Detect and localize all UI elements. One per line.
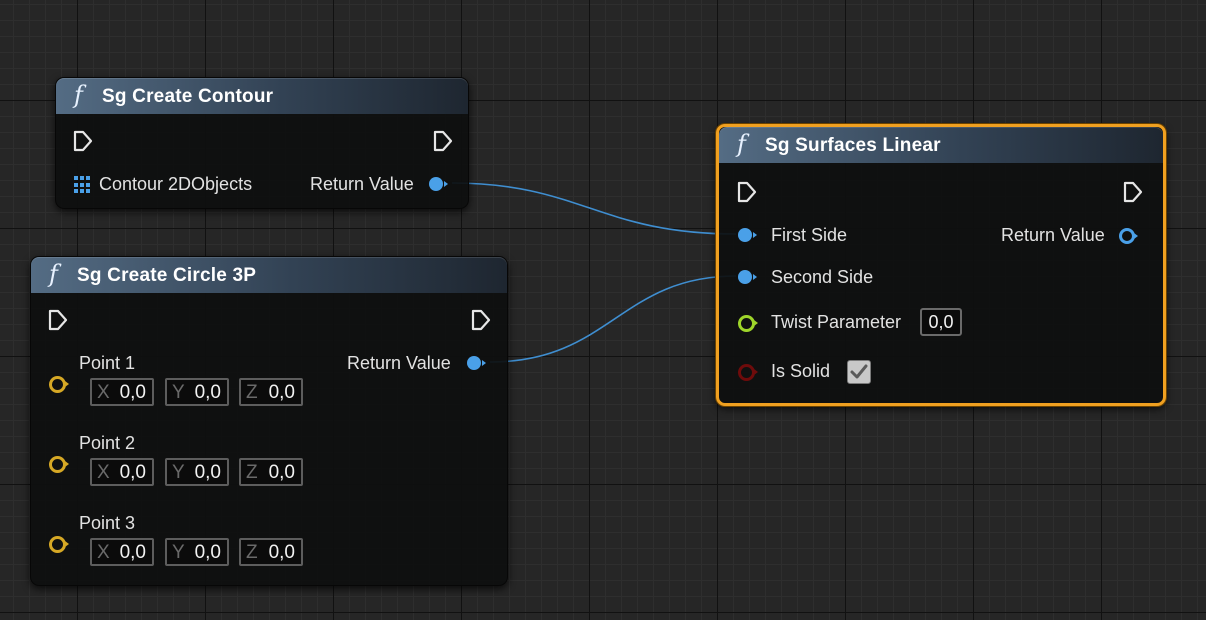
point-3-y-field[interactable]: Y 0,0	[165, 538, 229, 566]
wire-circle-to-second-side[interactable]	[489, 275, 737, 363]
return-value-pin[interactable]	[467, 356, 486, 370]
point-1-pin[interactable]	[49, 376, 69, 393]
node-surfaces-linear[interactable]: f Sg Surfaces Linear First Side Return V…	[716, 124, 1166, 406]
point-2-z-field[interactable]: Z 0,0	[239, 458, 303, 486]
z-axis-label: Z	[246, 462, 258, 483]
exec-in-icon[interactable]	[737, 181, 757, 203]
function-f-icon: f	[49, 260, 58, 288]
wire-contour-to-first-side[interactable]	[451, 182, 737, 235]
exec-out-icon[interactable]	[1123, 181, 1143, 203]
node-create-circle-3p[interactable]: f Sg Create Circle 3P Return Value Point…	[30, 256, 508, 586]
y-axis-label: Y	[172, 542, 185, 563]
node-title: Sg Surfaces Linear	[765, 135, 941, 156]
point-3-pin[interactable]	[49, 536, 69, 553]
node-header[interactable]: f Sg Surfaces Linear	[719, 127, 1163, 163]
return-value-pin[interactable]	[1119, 228, 1138, 244]
is-solid-checkbox[interactable]	[847, 360, 871, 384]
y-axis-label: Y	[172, 462, 185, 483]
point-3-x-field[interactable]: X 0,0	[90, 538, 154, 566]
point-3-z-field[interactable]: Z 0,0	[239, 538, 303, 566]
point-2-y-field[interactable]: Y 0,0	[165, 458, 229, 486]
y-value: 0,0	[194, 542, 221, 563]
exec-out-icon[interactable]	[433, 130, 453, 152]
contour-2dobjects-label: Contour 2DObjects	[99, 174, 253, 194]
exec-out-icon[interactable]	[471, 309, 491, 331]
node-title: Sg Create Circle 3P	[77, 265, 257, 286]
z-value: 0,0	[268, 542, 295, 563]
z-axis-label: Z	[246, 542, 258, 563]
is-solid-label: Is Solid	[771, 361, 831, 381]
z-value: 0,0	[268, 462, 295, 483]
function-f-icon: f	[737, 130, 746, 158]
first-side-pin[interactable]	[738, 228, 757, 242]
point-2-x-field[interactable]: X 0,0	[90, 458, 154, 486]
point-3-label: Point 3	[79, 513, 136, 533]
return-value-label: Return Value	[347, 353, 451, 373]
point-2-label: Point 2	[79, 433, 136, 453]
node-header[interactable]: f Sg Create Circle 3P	[31, 257, 507, 293]
point-2-pin[interactable]	[49, 456, 69, 473]
x-axis-label: X	[97, 462, 110, 483]
first-side-label: First Side	[771, 225, 848, 245]
point-1-x-field[interactable]: X 0,0	[90, 378, 154, 406]
y-value: 0,0	[194, 462, 221, 483]
point-1-label: Point 1	[79, 353, 136, 373]
return-value-label: Return Value	[1001, 225, 1105, 245]
point-1-z-field[interactable]: Z 0,0	[239, 378, 303, 406]
x-value: 0,0	[119, 382, 146, 403]
twist-parameter-pin[interactable]	[738, 315, 758, 332]
x-axis-label: X	[97, 542, 110, 563]
x-value: 0,0	[119, 462, 146, 483]
twist-parameter-label: Twist Parameter	[771, 312, 902, 332]
twist-parameter-input[interactable]: 0,0	[920, 308, 962, 336]
node-header[interactable]: f Sg Create Contour	[56, 78, 468, 114]
second-side-pin[interactable]	[738, 270, 757, 284]
second-side-label: Second Side	[771, 267, 874, 287]
x-value: 0,0	[119, 542, 146, 563]
array-grid-icon	[74, 176, 92, 194]
node-create-contour[interactable]: f Sg Create Contour Contour 2DObjects Re…	[55, 77, 469, 209]
x-axis-label: X	[97, 382, 110, 403]
is-solid-pin[interactable]	[738, 364, 758, 381]
exec-in-icon[interactable]	[48, 309, 68, 331]
z-axis-label: Z	[246, 382, 258, 403]
z-value: 0,0	[268, 382, 295, 403]
checkmark-icon	[850, 364, 868, 379]
function-f-icon: f	[74, 81, 83, 109]
exec-in-icon[interactable]	[73, 130, 93, 152]
y-value: 0,0	[194, 382, 221, 403]
node-title: Sg Create Contour	[102, 86, 274, 107]
point-1-y-field[interactable]: Y 0,0	[165, 378, 229, 406]
return-value-pin[interactable]	[429, 177, 448, 191]
y-axis-label: Y	[172, 382, 185, 403]
return-value-label: Return Value	[310, 174, 414, 194]
